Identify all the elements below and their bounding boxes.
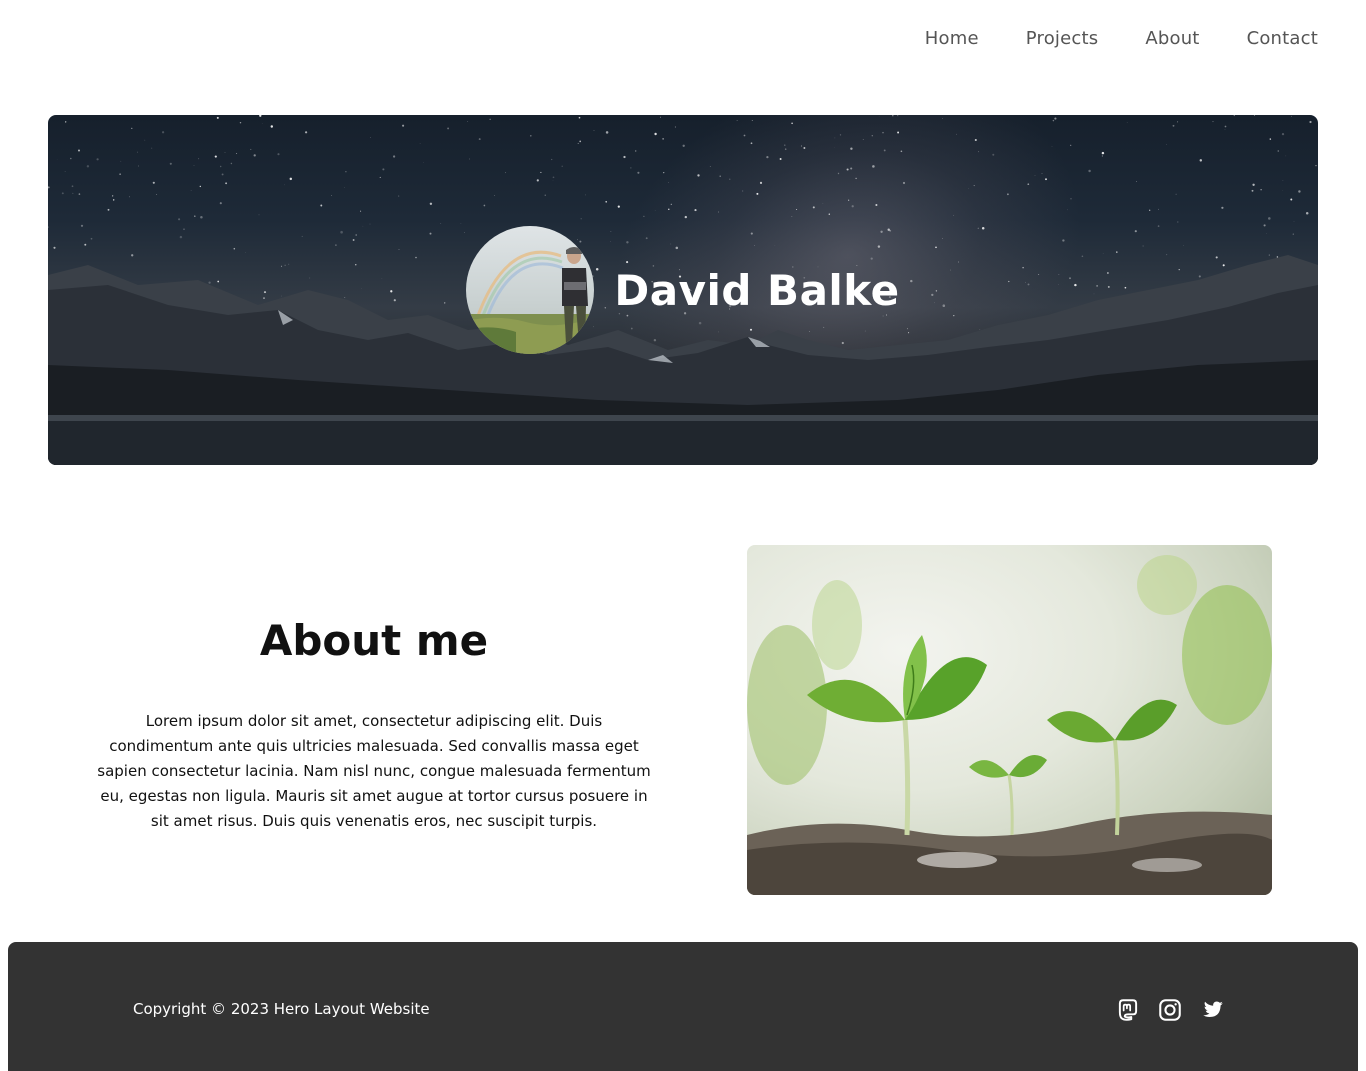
avatar [466, 226, 595, 354]
social-links [1115, 997, 1225, 1023]
instagram-icon[interactable] [1157, 997, 1183, 1023]
about-section: About me Lorem ipsum dolor sit amet, con… [94, 616, 654, 834]
about-body: Lorem ipsum dolor sit amet, consectetur … [97, 712, 651, 830]
about-title: About me [259, 616, 489, 665]
nav-about[interactable]: About [1145, 28, 1199, 49]
nav-contact[interactable]: Contact [1247, 28, 1318, 49]
nav-projects[interactable]: Projects [1026, 28, 1099, 49]
seedling-image [747, 545, 1272, 895]
nav-home[interactable]: Home [925, 28, 979, 49]
mastodon-icon[interactable] [1115, 997, 1141, 1023]
main-nav: Home Projects About Contact [925, 28, 1318, 49]
hero-content: David Balke [48, 115, 1318, 465]
site-footer: Copyright © 2023 Hero Layout Website [8, 942, 1358, 1071]
hero-title: David Balke [614, 265, 900, 315]
seedling-photo [747, 555, 1272, 895]
avatar-photo [466, 226, 595, 354]
hero-banner: David Balke [48, 115, 1318, 465]
twitter-icon[interactable] [1199, 997, 1225, 1023]
copyright-text: Copyright © 2023 Hero Layout Website [133, 1000, 430, 1018]
